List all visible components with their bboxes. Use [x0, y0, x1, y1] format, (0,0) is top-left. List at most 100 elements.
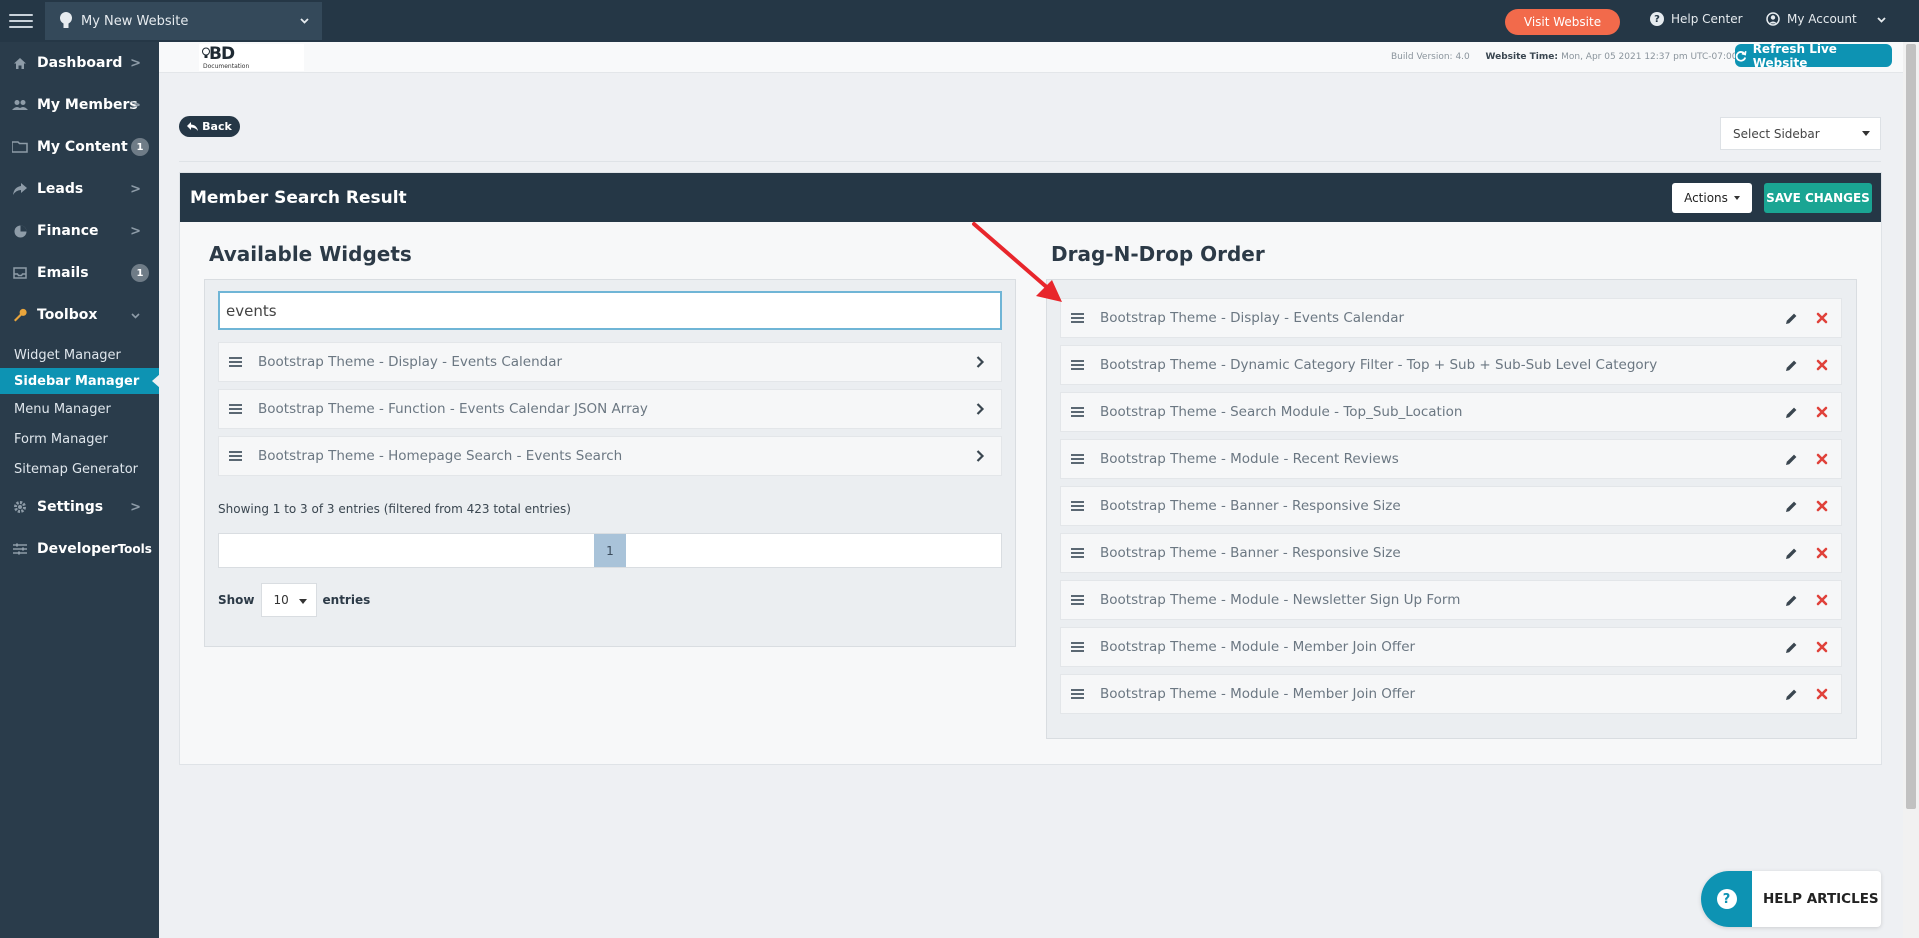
count-badge: 1 — [131, 264, 149, 282]
refresh-live-website-button[interactable]: Refresh Live Website — [1735, 41, 1892, 70]
delete-x-icon[interactable] — [1816, 406, 1828, 418]
pencil-icon[interactable] — [1785, 312, 1798, 325]
caret-down-icon — [1733, 196, 1740, 200]
order-widget-row[interactable]: Bootstrap Theme - Module - Member Join O… — [1060, 674, 1842, 714]
pencil-icon[interactable] — [1785, 453, 1798, 466]
help-center-link[interactable]: ? Help Center — [1650, 12, 1743, 26]
sliders-icon — [11, 542, 29, 556]
available-widgets-title: Available Widgets — [209, 242, 412, 266]
chevron-right-icon[interactable] — [973, 402, 987, 416]
sidebar-subitem-menu-manager[interactable]: Menu Manager — [0, 396, 159, 422]
order-widget-row[interactable]: Bootstrap Theme - Banner - Responsive Si… — [1060, 486, 1842, 526]
drag-handle-icon[interactable] — [229, 451, 242, 461]
order-widget-row[interactable]: Bootstrap Theme - Display - Events Calen… — [1060, 298, 1842, 338]
select-sidebar-label: Select Sidebar — [1733, 126, 1820, 141]
back-button[interactable]: Back — [179, 116, 240, 137]
sidebar-subitem-sidebar-manager[interactable]: Sidebar Manager — [0, 368, 160, 394]
order-widget-row[interactable]: Bootstrap Theme - Banner - Responsive Si… — [1060, 533, 1842, 573]
pencil-icon[interactable] — [1785, 500, 1798, 513]
pencil-icon[interactable] — [1785, 547, 1798, 560]
page-scrollbar[interactable] — [1903, 42, 1919, 938]
order-widget-row[interactable]: Bootstrap Theme - Dynamic Category Filte… — [1060, 345, 1842, 385]
drag-handle-icon[interactable] — [229, 357, 242, 367]
logo-subtext: Documentation — [203, 63, 250, 70]
widget-name: Bootstrap Theme - Module - Newsletter Si… — [1100, 592, 1461, 608]
show-label: Show — [218, 593, 255, 607]
sidebar-item-developer-tools[interactable]: Developer Tools — [0, 528, 159, 570]
refresh-icon — [1735, 50, 1747, 62]
delete-x-icon[interactable] — [1816, 359, 1828, 371]
sidebar-item-label: Developer — [37, 541, 118, 557]
scrollbar-thumb[interactable] — [1906, 44, 1916, 809]
count-badge: 1 — [131, 138, 149, 156]
pencil-icon[interactable] — [1785, 641, 1798, 654]
available-widget-row[interactable]: Bootstrap Theme - Display - Events Calen… — [218, 342, 1002, 382]
available-widget-row[interactable]: Bootstrap Theme - Function - Events Cale… — [218, 389, 1002, 429]
chevron-right-icon: > — [130, 97, 141, 113]
sidebar-item-label: My Members — [37, 97, 138, 113]
refresh-label: Refresh Live Website — [1752, 41, 1837, 70]
chevron-right-icon[interactable] — [973, 449, 987, 463]
actions-dropdown-button[interactable]: Actions — [1672, 183, 1752, 213]
drag-handle-icon[interactable] — [1071, 548, 1084, 558]
sidebar-item-my-content[interactable]: My Content 1 — [0, 126, 159, 168]
sidebar-subitem-sitemap-generator[interactable]: Sitemap Generator — [0, 456, 159, 482]
available-widget-row[interactable]: Bootstrap Theme - Homepage Search - Even… — [218, 436, 1002, 476]
drag-handle-icon[interactable] — [1071, 407, 1084, 417]
delete-x-icon[interactable] — [1816, 500, 1828, 512]
drag-handle-icon[interactable] — [1071, 689, 1084, 699]
pencil-icon[interactable] — [1785, 359, 1798, 372]
chevron-right-icon[interactable] — [973, 355, 987, 369]
help-articles-button[interactable]: ? HELP ARTICLES — [1701, 871, 1881, 927]
visit-website-button[interactable]: Visit Website — [1505, 9, 1620, 35]
sidebar-item-settings[interactable]: Settings > — [0, 486, 159, 528]
delete-x-icon[interactable] — [1816, 688, 1828, 700]
website-time-value: Mon, Apr 05 2021 12:37 pm UTC-07:00 — [1561, 52, 1738, 62]
drag-handle-icon[interactable] — [1071, 454, 1084, 464]
website-selector[interactable]: My New Website — [45, 2, 322, 40]
select-sidebar-dropdown[interactable]: Select Sidebar — [1720, 117, 1881, 150]
sidebar-item-emails[interactable]: Emails 1 — [0, 252, 159, 294]
brand-logo[interactable]: BD Documentation — [199, 44, 304, 71]
drag-handle-icon[interactable] — [1071, 313, 1084, 323]
drag-handle-icon[interactable] — [1071, 360, 1084, 370]
delete-x-icon[interactable] — [1816, 641, 1828, 653]
order-widget-row[interactable]: Bootstrap Theme - Module - Newsletter Si… — [1060, 580, 1842, 620]
sidebar-item-toolbox[interactable]: Toolbox — [0, 294, 159, 336]
drag-handle-icon[interactable] — [1071, 595, 1084, 605]
delete-x-icon[interactable] — [1816, 594, 1828, 606]
widget-name: Bootstrap Theme - Homepage Search - Even… — [258, 448, 623, 464]
user-circle-icon — [1766, 12, 1780, 26]
widget-name: Bootstrap Theme - Function - Events Cale… — [258, 401, 648, 417]
sidebar-subitem-widget-manager[interactable]: Widget Manager — [0, 342, 159, 368]
sidebar-item-leads[interactable]: Leads > — [0, 168, 159, 210]
build-value: 4.0 — [1455, 52, 1470, 62]
my-account-menu[interactable]: My Account — [1766, 12, 1887, 26]
delete-x-icon[interactable] — [1816, 453, 1828, 465]
page-length-select[interactable]: 10 — [260, 583, 317, 617]
pencil-icon[interactable] — [1785, 594, 1798, 607]
delete-x-icon[interactable] — [1816, 547, 1828, 559]
sidebar-item-my-members[interactable]: My Members > — [0, 84, 159, 126]
drag-handle-icon[interactable] — [229, 404, 242, 414]
sidebar-subitem-form-manager[interactable]: Form Manager — [0, 426, 159, 452]
pencil-icon[interactable] — [1785, 688, 1798, 701]
widget-search-input[interactable] — [218, 291, 1002, 330]
order-widget-row[interactable]: Bootstrap Theme - Module - Member Join O… — [1060, 627, 1842, 667]
pencil-icon[interactable] — [1785, 406, 1798, 419]
order-widget-row[interactable]: Bootstrap Theme - Search Module - Top_Su… — [1060, 392, 1842, 432]
logo-text: BD — [209, 44, 235, 64]
hamburger-menu-icon[interactable] — [9, 9, 33, 33]
inbox-icon — [11, 266, 29, 280]
save-changes-button[interactable]: SAVE CHANGES — [1764, 183, 1872, 213]
question-icon: ? — [1650, 12, 1664, 26]
page-button[interactable]: 1 — [594, 534, 626, 567]
question-icon: ? — [1716, 889, 1737, 909]
drag-n-drop-order-title: Drag-N-Drop Order — [1051, 242, 1265, 266]
order-widget-row[interactable]: Bootstrap Theme - Module - Recent Review… — [1060, 439, 1842, 479]
sidebar-item-dashboard[interactable]: Dashboard > — [0, 42, 159, 84]
sidebar-item-finance[interactable]: Finance > — [0, 210, 159, 252]
drag-handle-icon[interactable] — [1071, 642, 1084, 652]
drag-handle-icon[interactable] — [1071, 501, 1084, 511]
delete-x-icon[interactable] — [1816, 312, 1828, 324]
